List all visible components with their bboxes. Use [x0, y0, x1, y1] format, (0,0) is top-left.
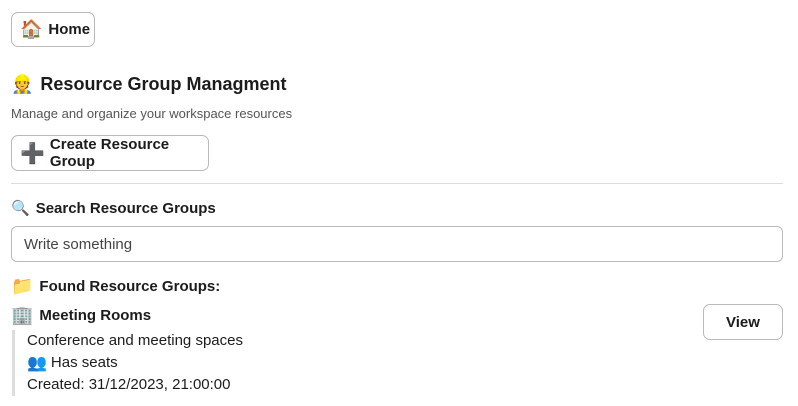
seats-text: Has seats — [50, 354, 118, 371]
page-title: 👷 Resource Group Managment — [11, 74, 286, 95]
home-label: Home — [48, 21, 91, 38]
section-divider — [11, 183, 783, 184]
page-subtitle: Manage and organize your workspace resou… — [11, 106, 293, 121]
page-title-text: Resource Group Managment — [40, 74, 287, 94]
view-button-label: View — [726, 313, 760, 331]
resource-group-title: 🏢 Meeting Rooms — [11, 305, 151, 326]
search-section-label: 🔍 Search Resource Groups — [11, 199, 216, 217]
resource-group-seats: 👥 Has seats — [27, 352, 243, 374]
results-label: 📁 Found Resource Groups: — [11, 276, 220, 297]
resource-group-description: Conference and meeting spaces — [27, 332, 243, 349]
house-icon: 🏠 — [20, 19, 43, 40]
plus-icon: ➕ — [20, 141, 45, 165]
results-label-text: Found Resource Groups: — [39, 278, 221, 295]
create-resource-group-button[interactable]: ➕ Create Resource Group — [11, 135, 209, 171]
view-button[interactable]: View — [703, 304, 783, 340]
create-button-label: Create Resource Group — [49, 136, 170, 170]
resource-group-name: Meeting Rooms — [39, 307, 152, 324]
home-button[interactable]: 🏠 Home — [11, 12, 95, 47]
resource-group-created: Created: 31/12/2023, 21:00:00 — [27, 376, 231, 393]
search-input[interactable] — [11, 226, 783, 262]
folder-icon: 📁 — [11, 276, 34, 297]
resource-group-details: Conference and meeting spaces 👥 Has seat… — [12, 330, 243, 396]
office-building-icon: 🏢 — [11, 305, 34, 326]
search-label-text: Search Resource Groups — [35, 199, 216, 217]
magnifier-icon: 🔍 — [11, 199, 30, 217]
construction-worker-icon: 👷 — [11, 74, 34, 95]
people-icon: 👥 — [27, 353, 47, 372]
